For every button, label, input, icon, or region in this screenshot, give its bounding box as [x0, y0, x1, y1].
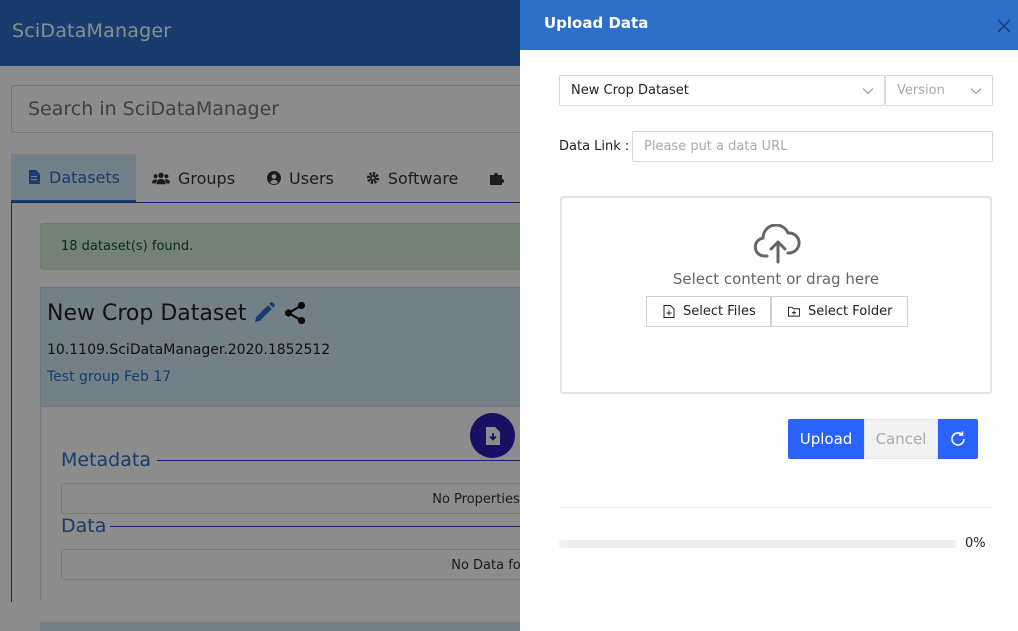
select-files-button[interactable]: Select Files: [646, 296, 771, 327]
refresh-icon: [951, 431, 965, 446]
cancel-button[interactable]: Cancel: [864, 419, 938, 459]
file-add-icon: [663, 305, 675, 318]
chevron-down-icon: [862, 88, 874, 95]
select-files-label: Select Files: [683, 304, 756, 319]
dropzone-text: Select content or drag here: [672, 270, 880, 288]
version-select[interactable]: Version: [885, 75, 993, 106]
upload-button[interactable]: Upload: [788, 419, 864, 459]
drawer-title: Upload Data: [544, 14, 649, 32]
upload-progress-text: 0%: [965, 536, 986, 551]
cloud-upload-icon: [753, 224, 801, 264]
chevron-down-icon: [970, 88, 982, 95]
upload-progress-bar: [559, 540, 957, 548]
close-icon[interactable]: [996, 18, 1012, 34]
data-link-input[interactable]: Please put a data URL: [632, 131, 993, 162]
upload-dropzone[interactable]: Select content or drag here Select Files…: [560, 196, 992, 394]
select-folder-button[interactable]: Select Folder: [771, 296, 908, 327]
progress-divider: [559, 507, 992, 508]
version-select-placeholder: Version: [897, 83, 945, 98]
data-link-label: Data Link :: [559, 139, 630, 154]
upload-drawer: Upload Data New Crop Dataset Version Dat…: [520, 0, 1018, 631]
drawer-header: Upload Data: [520, 0, 1018, 50]
dataset-select-value: New Crop Dataset: [571, 83, 689, 98]
refresh-button[interactable]: [938, 419, 978, 459]
dataset-select[interactable]: New Crop Dataset: [559, 75, 885, 106]
folder-add-icon: [788, 306, 800, 317]
select-folder-label: Select Folder: [808, 304, 893, 319]
